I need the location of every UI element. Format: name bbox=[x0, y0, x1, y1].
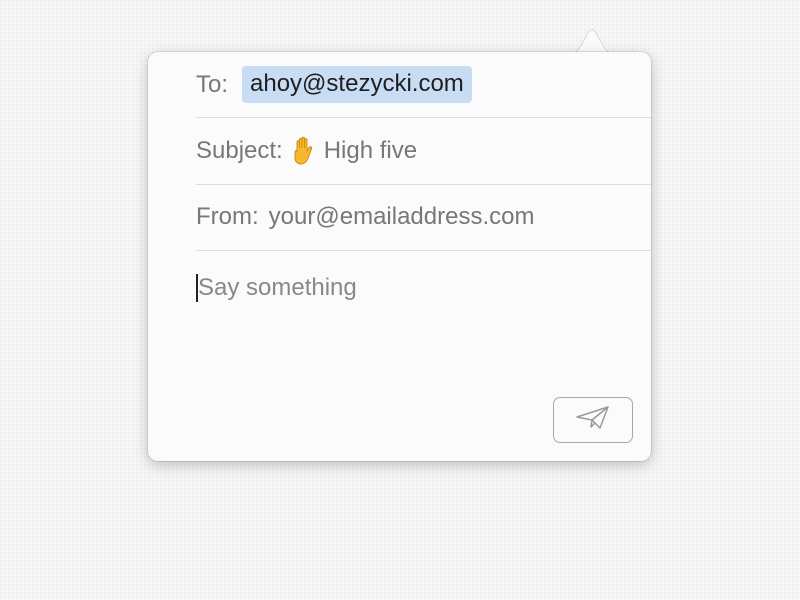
message-placeholder: Say something bbox=[198, 274, 357, 301]
message-body-input[interactable]: Say something bbox=[196, 274, 631, 302]
raised-hand-icon bbox=[291, 136, 317, 166]
subject-value[interactable]: High five bbox=[291, 136, 417, 166]
from-label: From: bbox=[196, 203, 259, 230]
subject-text: High five bbox=[323, 137, 418, 164]
to-field-row[interactable]: To: ahoy@stezycki.com bbox=[196, 52, 651, 118]
recipient-token[interactable]: ahoy@stezycki.com bbox=[242, 66, 472, 103]
email-compose-popover: To: ahoy@stezycki.com Subject: High five… bbox=[148, 52, 651, 461]
paper-plane-icon bbox=[575, 405, 611, 436]
subject-field-row[interactable]: Subject: High five bbox=[196, 118, 651, 185]
from-email-input[interactable]: your@emailaddress.com bbox=[269, 203, 535, 231]
to-label: To: bbox=[196, 70, 229, 98]
send-button[interactable] bbox=[553, 397, 633, 443]
from-field-row[interactable]: From: your@emailaddress.com bbox=[196, 184, 651, 251]
subject-label: Subject: bbox=[196, 137, 283, 164]
